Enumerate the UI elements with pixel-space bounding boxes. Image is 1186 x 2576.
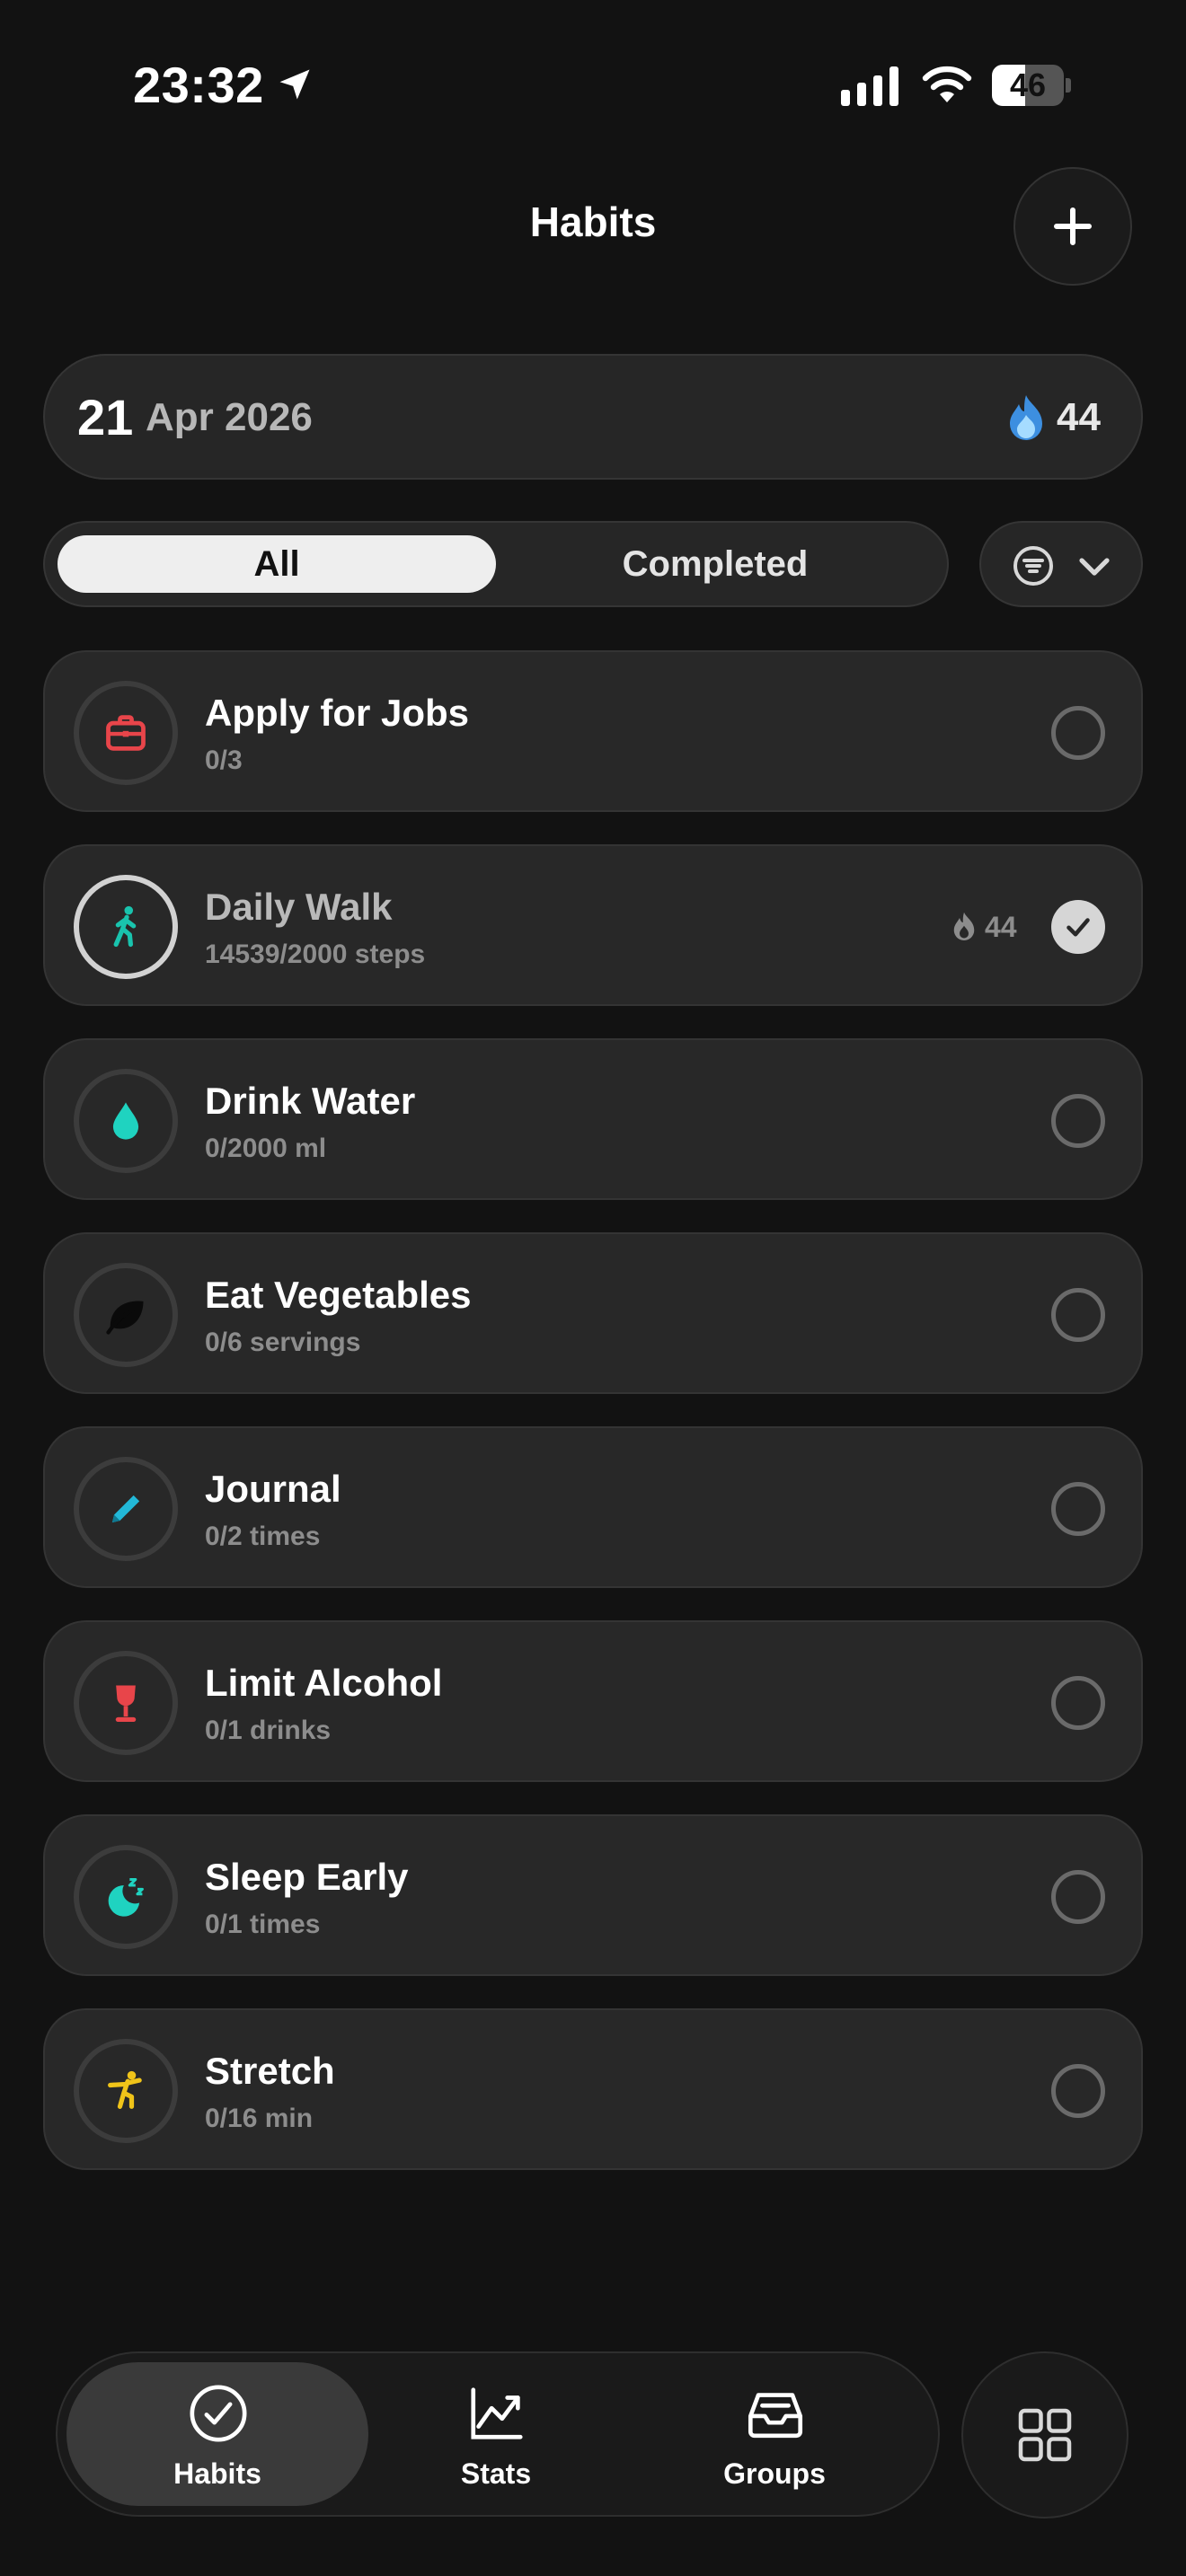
date-selector[interactable]: 21 Apr 2026 44	[43, 354, 1143, 480]
habit-complete-checkbox[interactable]	[1051, 1870, 1105, 1924]
habit-progress-ring	[74, 1651, 178, 1755]
wifi-icon	[922, 66, 972, 102]
habit-progress-ring	[74, 1457, 178, 1561]
habit-name: Drink Water	[205, 1080, 416, 1122]
habit-name: Apply for Jobs	[205, 692, 470, 734]
status-bar: 23:32 46	[0, 0, 1186, 171]
habit-card-journal[interactable]: Journal 0/2 times	[43, 1426, 1143, 1588]
tab-all[interactable]: All	[58, 535, 496, 593]
habit-name: Journal	[205, 1468, 341, 1510]
habit-progress: 14539/2000 steps	[205, 940, 426, 969]
wine-glass-icon	[115, 1685, 137, 1723]
chevron-down-icon	[1079, 558, 1110, 576]
filter-sort-button[interactable]	[979, 521, 1143, 607]
habit-streak-count: 44	[985, 911, 1017, 943]
habit-complete-checkbox[interactable]	[1051, 1094, 1105, 1148]
battery-indicator: 46	[992, 65, 1071, 106]
habit-progress: 0/1 times	[205, 1910, 321, 1939]
habit-name: Stretch	[205, 2050, 335, 2092]
grid-icon	[1018, 2408, 1072, 2462]
tab-label: Habits	[173, 2457, 261, 2490]
habit-progress-ring	[74, 1845, 178, 1949]
habit-card-limit-alcohol[interactable]: Limit Alcohol 0/1 drinks	[43, 1620, 1143, 1782]
habit-card-sleep-early[interactable]: Sleep Early 0/1 times	[43, 1814, 1143, 1976]
habit-complete-checkbox[interactable]	[1051, 1288, 1105, 1342]
status-time: 23:32	[133, 57, 264, 113]
tab-groups[interactable]: Groups	[624, 2362, 925, 2506]
briefcase-icon	[106, 715, 146, 751]
water-drop-icon	[112, 1102, 139, 1140]
pencil-icon	[111, 1495, 140, 1523]
habit-complete-checkbox[interactable]	[1051, 900, 1105, 954]
flame-icon	[953, 912, 975, 940]
streak-count: 44	[1057, 395, 1101, 439]
habit-card-eat-vegetables[interactable]: Eat Vegetables 0/6 servings	[43, 1232, 1143, 1394]
habit-filter-tabs: All Completed	[43, 521, 949, 607]
date-month-year: Apr 2026	[146, 395, 313, 439]
habit-complete-checkbox[interactable]	[1051, 706, 1105, 760]
habit-name: Limit Alcohol	[205, 1662, 443, 1704]
habit-card-drink-water[interactable]: Drink Water 0/2000 ml	[43, 1038, 1143, 1200]
habit-complete-checkbox[interactable]	[1051, 2064, 1105, 2118]
habit-name: Sleep Early	[205, 1856, 409, 1898]
chart-icon	[471, 2387, 523, 2439]
stretch-icon	[108, 2070, 142, 2109]
habit-progress-ring	[74, 681, 178, 785]
leaf-icon	[106, 1301, 144, 1335]
habit-progress: 0/6 servings	[205, 1328, 361, 1357]
cellular-signal-icon	[841, 66, 898, 106]
tab-completed[interactable]: Completed	[496, 535, 934, 593]
habit-progress: 0/2 times	[205, 1522, 321, 1551]
add-habit-button[interactable]	[1013, 167, 1132, 286]
filter-icon	[1013, 546, 1053, 586]
habit-card-apply-for-jobs[interactable]: Apply for Jobs 0/3	[43, 650, 1143, 812]
check-circle-icon	[190, 2385, 247, 2442]
tab-label: Groups	[723, 2457, 826, 2490]
habit-progress: 0/1 drinks	[205, 1716, 332, 1745]
checkmark-icon	[1067, 918, 1090, 937]
more-menu-button[interactable]	[961, 2351, 1128, 2519]
habit-name: Daily Walk	[205, 886, 393, 928]
habit-name: Eat Vegetables	[205, 1274, 472, 1316]
habit-progress-ring	[74, 875, 178, 979]
habit-streak: 44	[951, 909, 1037, 945]
habit-card-stretch[interactable]: Stretch 0/16 min	[43, 2008, 1143, 2170]
tab-habits[interactable]: Habits	[66, 2362, 368, 2506]
habit-complete-checkbox[interactable]	[1051, 1676, 1105, 1730]
habit-progress: 0/16 min	[205, 2104, 314, 2133]
habit-progress-ring	[74, 1069, 178, 1173]
tab-label: Stats	[460, 2457, 532, 2490]
date-day: 21	[77, 389, 134, 446]
moon-sleep-icon	[108, 1877, 144, 1917]
walking-icon	[113, 905, 137, 948]
bottom-tab-bar: Habits Stats Groups	[56, 2351, 940, 2517]
inbox-icon	[748, 2393, 803, 2439]
habit-progress-ring	[74, 2039, 178, 2143]
habit-progress-ring	[74, 1263, 178, 1367]
location-arrow-icon	[279, 69, 310, 100]
plus-icon	[1054, 207, 1092, 245]
battery-percent: 46	[1009, 66, 1047, 103]
habit-card-daily-walk[interactable]: Daily Walk 14539/2000 steps 44	[43, 844, 1143, 1006]
flame-icon	[1010, 395, 1042, 440]
tab-stats[interactable]: Stats	[345, 2362, 647, 2506]
page-title: Habits	[529, 198, 657, 245]
habit-progress: 0/3	[205, 745, 243, 775]
habit-complete-checkbox[interactable]	[1051, 1482, 1105, 1536]
habit-progress: 0/2000 ml	[205, 1134, 327, 1163]
